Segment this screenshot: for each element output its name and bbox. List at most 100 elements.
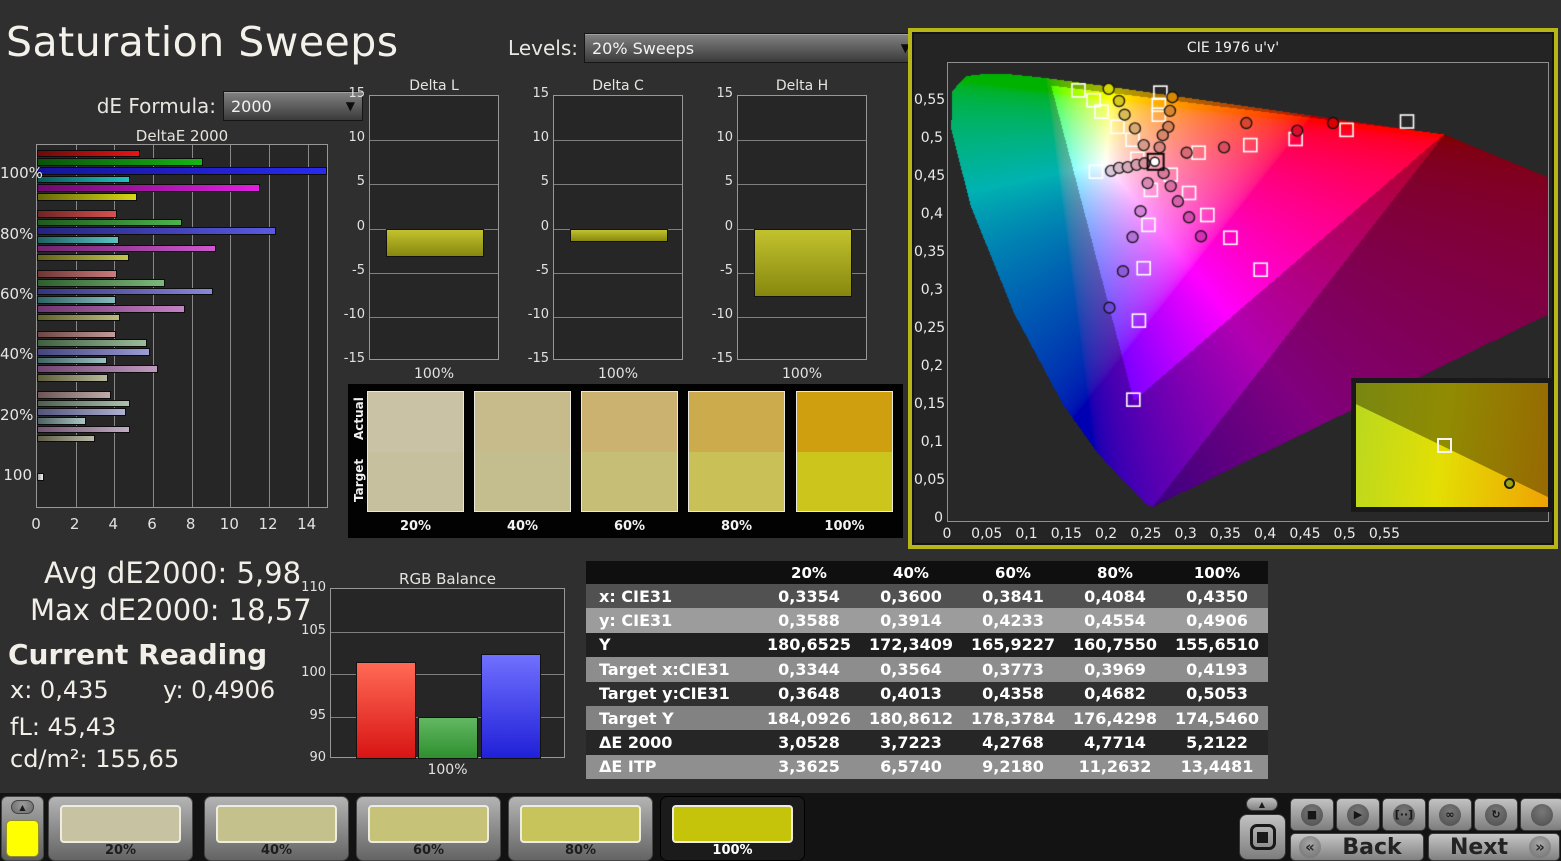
max-de2000: Max dE2000: 18,57 (30, 593, 312, 627)
y-axis-tick-label: -5 (536, 262, 549, 278)
avg-de2000: Avg dE2000: 5,98 (44, 556, 302, 590)
gridline (554, 140, 682, 142)
table-column-header: 60% (995, 563, 1031, 582)
table-cell: 180,8612 (868, 708, 953, 728)
levels-value: 20% Sweeps (592, 38, 695, 58)
y-axis-tick-label: 0 (540, 218, 549, 234)
x-axis-label: 100% (427, 762, 468, 778)
table-cell: 184,0926 (766, 708, 851, 728)
gridline (554, 316, 682, 318)
table-row-label: ΔE ITP (599, 757, 657, 777)
pattern-card-100%[interactable]: 100% (660, 796, 805, 861)
x-axis-tick-label: 14 (297, 515, 317, 533)
de-formula-label: dE Formula: (96, 94, 216, 118)
deltae-chart-plot (36, 144, 328, 508)
table-row: Y 180,6525 172,3409 165,9227 160,7550 155,651… (586, 632, 1268, 658)
delta-chart-title: Delta H (775, 78, 829, 94)
table-cell: 0,4084 (1084, 586, 1146, 606)
cie-y-tick-label: 0 (934, 510, 943, 526)
deltae-bar-blue (37, 227, 277, 235)
gridline (370, 316, 498, 318)
table-cell: 0,3600 (880, 586, 942, 606)
deltae-bar-magenta (37, 425, 130, 434)
back-button[interactable]: « Back (1290, 833, 1424, 861)
deltae-bar-green (37, 279, 166, 287)
rgb-bar-red (356, 662, 416, 759)
deltae-bar-cyan (37, 417, 86, 425)
table-row: y: CIE31 0,3588 0,3914 0,4233 0,4554 0,4906 (586, 608, 1268, 633)
rgb-balance-plot (330, 588, 565, 759)
scroll-up-button[interactable]: ▲ (11, 800, 34, 814)
table-row: Target y:CIE31 0,3648 0,4013 0,4358 0,4682 0,… (586, 681, 1268, 706)
compare-swatch-label: 100% (824, 519, 865, 534)
square-pattern-icon (1249, 824, 1276, 850)
table-cell: 5,2122 (1186, 733, 1248, 753)
table-cell: 3,0528 (778, 733, 840, 753)
bracket-dots-icon: [··] (1393, 803, 1415, 826)
gridline (269, 145, 270, 507)
current-reading-title: Current Reading (8, 638, 268, 671)
scroll-up-button[interactable]: ▲ (1246, 797, 1278, 811)
pattern-window-button[interactable] (1239, 814, 1286, 860)
deltae-bar-green (37, 399, 130, 408)
x-axis-label: 100% (597, 366, 639, 382)
y-axis-tick-label: 95 (309, 707, 326, 723)
loop-range-button[interactable]: [··] (1382, 798, 1426, 831)
rgb-bar-green (418, 716, 478, 759)
table-cell: 0,3773 (982, 659, 1044, 679)
table-cell: 6,5740 (880, 757, 942, 777)
deltae-bar-red (37, 149, 140, 158)
table-cell: 0,5053 (1186, 684, 1248, 704)
actual-color (368, 392, 463, 452)
stop-button[interactable]: ■ (1290, 798, 1334, 831)
rgb-balance-title: RGB Balance (399, 570, 496, 588)
status-indicator[interactable] (1520, 798, 1561, 831)
next-button[interactable]: Next » (1428, 833, 1560, 861)
pattern-card-40%[interactable]: 40% (204, 796, 349, 861)
table-cell: 3,3625 (778, 757, 840, 777)
infinite-loop-button[interactable]: ∞ (1428, 798, 1472, 831)
pattern-card-60%[interactable]: 60% (356, 796, 501, 861)
stop-icon: ■ (1301, 803, 1323, 826)
cie-x-tick-label: 0,4 (1254, 526, 1277, 542)
cie-y-tick-label: 0,1 (920, 434, 943, 450)
play-icon: ▶ (1347, 803, 1369, 826)
y-axis-tick-label: 0 (724, 218, 733, 234)
pattern-card-20%[interactable]: 20% (48, 796, 193, 861)
target-color (368, 451, 463, 511)
pattern-card-80%[interactable]: 80% (508, 796, 653, 861)
deltae-bar-red (37, 270, 118, 278)
table-cell: 165,9227 (970, 635, 1055, 655)
levels-dropdown[interactable]: 20% Sweeps ▼ (584, 33, 918, 63)
cie-x-tick-label: 0,45 (1289, 526, 1321, 542)
deltae-bar-yellow (37, 193, 138, 201)
cie-x-tick-label: 0,55 (1368, 526, 1401, 542)
double-chevron-right-icon: » (1529, 836, 1551, 858)
table-row-label: Y (599, 635, 611, 655)
repeat-button[interactable]: ↻ (1474, 798, 1518, 831)
y-axis-tick-label: -5 (352, 262, 365, 278)
pattern-card-label: 60% (412, 843, 445, 858)
pattern-swatch (520, 805, 641, 843)
play-button[interactable]: ▶ (1336, 798, 1380, 831)
cie-x-tick-label: 0,25 (1130, 526, 1162, 542)
cie-y-tick-label: 0,25 (914, 320, 946, 336)
table-column-header: 20% (791, 563, 827, 582)
table-cell: 0,3648 (778, 684, 840, 704)
table-row: Target x:CIE31 0,3344 0,3564 0,3773 0,3969 0,… (586, 657, 1268, 682)
x-axis-tick-label: 2 (69, 515, 80, 533)
x-axis-tick-label: 8 (185, 515, 196, 533)
delta-chart-plot (553, 95, 683, 360)
compare-swatch (688, 391, 785, 512)
gridline (370, 272, 498, 274)
actual-color (689, 392, 784, 452)
y-axis-tick-label: -10 (711, 306, 733, 322)
table-cell: 0,4193 (1186, 659, 1248, 679)
y-axis-tick-label: 5 (540, 174, 549, 190)
current-pattern-panel: ▲ (1, 796, 44, 861)
delta-chart-plot (369, 95, 499, 360)
inset-target-marker (1436, 437, 1452, 453)
gridline (153, 145, 154, 507)
table-row: x: CIE31 0,3354 0,3600 0,3841 0,4084 0,4350 (586, 584, 1268, 609)
cie-y-tick-label: 0,45 (914, 168, 946, 184)
